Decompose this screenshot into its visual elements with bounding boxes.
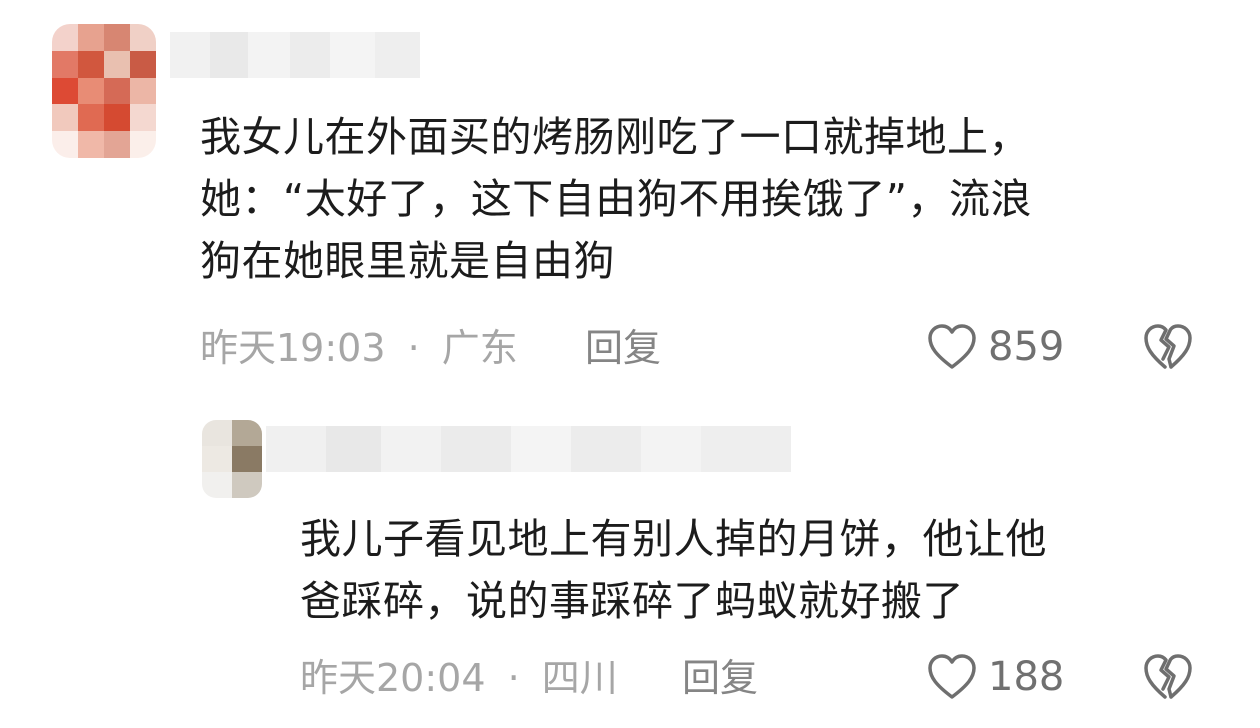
meta-separator: ·	[507, 656, 520, 700]
dislike-button[interactable]	[1142, 323, 1194, 371]
comment-text-line: 我儿子看见地上有别人掉的月饼，他让他	[300, 515, 1047, 563]
reply-button[interactable]: 回复	[682, 655, 758, 701]
comment-text: 我女儿在外面买的烤肠刚吃了一口就掉地上， 她：“太好了，这下自由狗不用挨饿了”，…	[200, 106, 1032, 292]
meta-separator: ·	[407, 326, 420, 370]
like-button[interactable]: 188	[926, 653, 1064, 701]
username[interactable]	[170, 32, 420, 78]
heart-outline-icon	[926, 323, 978, 371]
comment-text-line: 爸踩碎，说的事踩碎了蚂蚁就好搬了	[300, 577, 964, 625]
comment-text: 我儿子看见地上有别人掉的月饼，他让他 爸踩碎，说的事踩碎了蚂蚁就好搬了	[300, 508, 1047, 632]
comment-location: 四川	[541, 656, 618, 700]
avatar[interactable]	[52, 24, 156, 158]
like-count: 859	[988, 324, 1065, 370]
dislike-button[interactable]	[1142, 653, 1194, 701]
comment-text-line: 我女儿在外面买的烤肠刚吃了一口就掉地上，	[200, 113, 1030, 161]
avatar[interactable]	[202, 420, 262, 498]
comment-text-line: 她：“太好了，这下自由狗不用挨饿了”，流浪	[200, 175, 1032, 223]
broken-heart-icon	[1142, 653, 1194, 701]
heart-outline-icon	[926, 653, 978, 701]
like-button[interactable]: 859	[926, 323, 1064, 371]
comment-time: 昨天19:03	[200, 326, 386, 370]
comment-time: 昨天20:04	[300, 656, 486, 700]
comment-location: 广东	[441, 326, 518, 370]
broken-heart-icon	[1142, 323, 1194, 371]
like-count: 188	[988, 654, 1065, 700]
comment-text-line: 狗在她眼里就是自由狗	[200, 237, 615, 285]
comment-meta: 昨天19:03 · 广东	[200, 325, 518, 371]
username[interactable]	[266, 426, 791, 472]
reply-button[interactable]: 回复	[585, 325, 661, 371]
comment-meta: 昨天20:04 · 四川	[300, 655, 618, 701]
